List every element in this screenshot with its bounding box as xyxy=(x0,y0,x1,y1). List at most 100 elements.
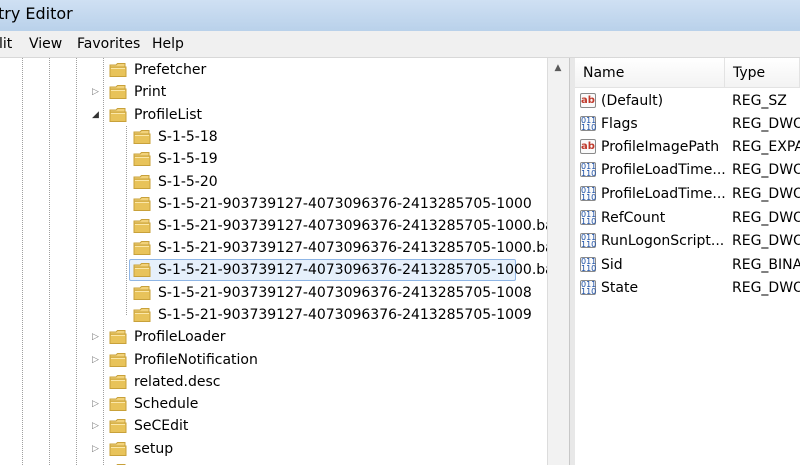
tree-item-sid[interactable]: S-1-5-18 xyxy=(0,126,547,148)
tree-item-sid-selected[interactable]: S-1-5-21-903739127-4073096376-2413285705… xyxy=(0,259,547,281)
tree-item-label: Prefetcher xyxy=(134,62,207,78)
value-name: ProfileImagePath xyxy=(601,139,720,155)
tree-item-print[interactable]: ▷ Print xyxy=(0,81,547,103)
scroll-up-arrow-icon[interactable]: ▲ xyxy=(551,63,565,73)
expand-arrow-icon[interactable]: ▷ xyxy=(92,398,102,410)
value-row[interactable]: 011 110 Sid REG_BINA xyxy=(575,254,800,277)
value-row[interactable]: 011 110 RefCount REG_DWO xyxy=(575,207,800,230)
tree-item-label: S-1-5-19 xyxy=(158,151,218,167)
binary-value-icon: 011 110 xyxy=(580,116,597,132)
value-name: State xyxy=(601,280,639,296)
folder-icon xyxy=(109,441,127,457)
value-row[interactable]: ab ProfileImagePath REG_EXPA xyxy=(575,136,800,159)
key-tree-pane[interactable]: Prefetcher ▷ Print ◢ ProfileList S-1-5-1… xyxy=(0,58,548,465)
tree-item-label: S-1-5-21-903739127-4073096376-2413285705… xyxy=(158,262,548,278)
folder-icon xyxy=(133,129,151,145)
expand-arrow-icon[interactable]: ▷ xyxy=(92,420,102,432)
folder-icon xyxy=(133,262,151,278)
tree-item-related-desc[interactable]: related.desc xyxy=(0,371,547,393)
tree-item-prefetcher[interactable]: Prefetcher xyxy=(0,59,547,81)
tree-item-label: ProfileList xyxy=(134,107,203,123)
tree-item-label: S-1-5-21-903739127-4073096376-2413285705… xyxy=(158,240,548,256)
tree-scrollbar[interactable]: ▲ xyxy=(547,58,569,465)
binary-value-icon: 011 110 xyxy=(580,280,597,296)
tree-item-sid[interactable]: S-1-5-19 xyxy=(0,148,547,170)
expand-arrow-icon[interactable]: ▷ xyxy=(92,86,102,98)
folder-icon xyxy=(133,307,151,323)
title-bar: try Editor xyxy=(0,0,800,31)
value-row[interactable]: 011 110 State REG_DWO xyxy=(575,277,800,300)
folder-icon xyxy=(133,196,151,212)
tree-item-label: S-1-5-18 xyxy=(158,129,218,145)
value-type: REG_DWO xyxy=(732,116,800,132)
tree-item-label: related.desc xyxy=(134,374,221,390)
collapse-arrow-icon[interactable]: ◢ xyxy=(92,109,102,121)
column-header-type[interactable]: Type xyxy=(725,58,800,88)
value-row[interactable]: 011 110 ProfileLoadTime... REG_DWO xyxy=(575,159,800,182)
value-row[interactable]: 011 110 ProfileLoadTime... REG_DWO xyxy=(575,183,800,206)
value-name: RefCount xyxy=(601,210,666,226)
value-name: ProfileLoadTime... xyxy=(601,186,725,202)
binary-value-icon: 011 110 xyxy=(580,257,597,273)
tree-item-secedit[interactable]: ▷ SeCEdit xyxy=(0,415,547,437)
tree-item-profilelist[interactable]: ◢ ProfileList xyxy=(0,104,547,126)
tree-item-label: ProfileLoader xyxy=(134,329,226,345)
value-type: REG_DWO xyxy=(732,280,800,296)
value-row[interactable]: 011 110 Flags REG_DWO xyxy=(575,113,800,136)
folder-icon xyxy=(109,418,127,434)
value-row[interactable]: ab (Default) REG_SZ xyxy=(575,90,800,113)
menu-edit[interactable]: lit xyxy=(0,36,12,52)
value-type: REG_EXPA xyxy=(732,139,800,155)
folder-icon xyxy=(109,84,127,100)
window-title: try Editor xyxy=(0,4,73,23)
value-name: Flags xyxy=(601,116,638,132)
tree-item-label: SeCEdit xyxy=(134,418,189,434)
menu-help[interactable]: Help xyxy=(152,36,184,52)
expand-arrow-icon[interactable]: ▷ xyxy=(92,443,102,455)
expand-arrow-icon[interactable]: ▷ xyxy=(92,331,102,343)
expand-arrow-icon[interactable]: ▷ xyxy=(92,354,102,366)
folder-icon xyxy=(133,174,151,190)
folder-open-icon xyxy=(109,107,127,123)
tree-item-sid[interactable]: S-1-5-20 xyxy=(0,171,547,193)
tree-item-sid[interactable]: S-1-5-21-903739127-4073096376-2413285705… xyxy=(0,282,547,304)
value-row[interactable]: 011 110 RunLogonScript... REG_DWO xyxy=(575,230,800,253)
tree-item-label: setup xyxy=(134,441,174,457)
string-value-icon: ab xyxy=(580,93,596,108)
tree-item-partial[interactable]: ▷ xyxy=(0,460,547,465)
binary-value-icon: 011 110 xyxy=(580,186,597,202)
value-type: REG_DWO xyxy=(732,210,800,226)
tree-item-setup[interactable]: ▷ setup xyxy=(0,438,547,460)
folder-icon xyxy=(133,240,151,256)
value-type: REG_BINA xyxy=(732,257,800,273)
tree-item-label: S-1-5-21-903739127-4073096376-2413285705… xyxy=(158,307,532,323)
value-name: ProfileLoadTime... xyxy=(601,162,725,178)
binary-value-icon: 011 110 xyxy=(580,233,597,249)
folder-icon xyxy=(109,352,127,368)
folder-icon xyxy=(133,285,151,301)
tree-item-label: S-1-5-21-903739127-4073096376-2413285705… xyxy=(158,196,532,212)
tree-item-sid[interactable]: S-1-5-21-903739127-4073096376-2413285705… xyxy=(0,237,547,259)
value-type: REG_DWO xyxy=(732,233,800,249)
menu-view[interactable]: View xyxy=(29,36,62,52)
binary-value-icon: 011 110 xyxy=(580,162,597,178)
value-type: REG_DWO xyxy=(732,186,800,202)
tree-item-sid[interactable]: S-1-5-21-903739127-4073096376-2413285705… xyxy=(0,304,547,326)
value-name: RunLogonScript... xyxy=(601,233,725,249)
values-pane[interactable]: Name Type ab (Default) REG_SZ 011 110 Fla… xyxy=(575,58,800,465)
value-name: (Default) xyxy=(601,93,664,109)
column-header-name[interactable]: Name xyxy=(575,58,725,88)
tree-item-profilenotification[interactable]: ▷ ProfileNotification xyxy=(0,349,547,371)
menu-bar: lit View Favorites Help xyxy=(0,31,800,58)
tree-item-sid[interactable]: S-1-5-21-903739127-4073096376-2413285705… xyxy=(0,193,547,215)
tree-item-label: Schedule xyxy=(134,396,199,412)
tree-item-label: S-1-5-21-903739127-4073096376-2413285705… xyxy=(158,285,532,301)
menu-favorites[interactable]: Favorites xyxy=(77,36,140,52)
tree-item-profileloader[interactable]: ▷ ProfileLoader xyxy=(0,326,547,348)
folder-icon xyxy=(133,218,151,234)
folder-icon xyxy=(109,329,127,345)
tree-item-sid[interactable]: S-1-5-21-903739127-4073096376-2413285705… xyxy=(0,215,547,237)
tree-item-label: ProfileNotification xyxy=(134,352,258,368)
string-value-icon: ab xyxy=(580,139,596,154)
tree-item-schedule[interactable]: ▷ Schedule xyxy=(0,393,547,415)
